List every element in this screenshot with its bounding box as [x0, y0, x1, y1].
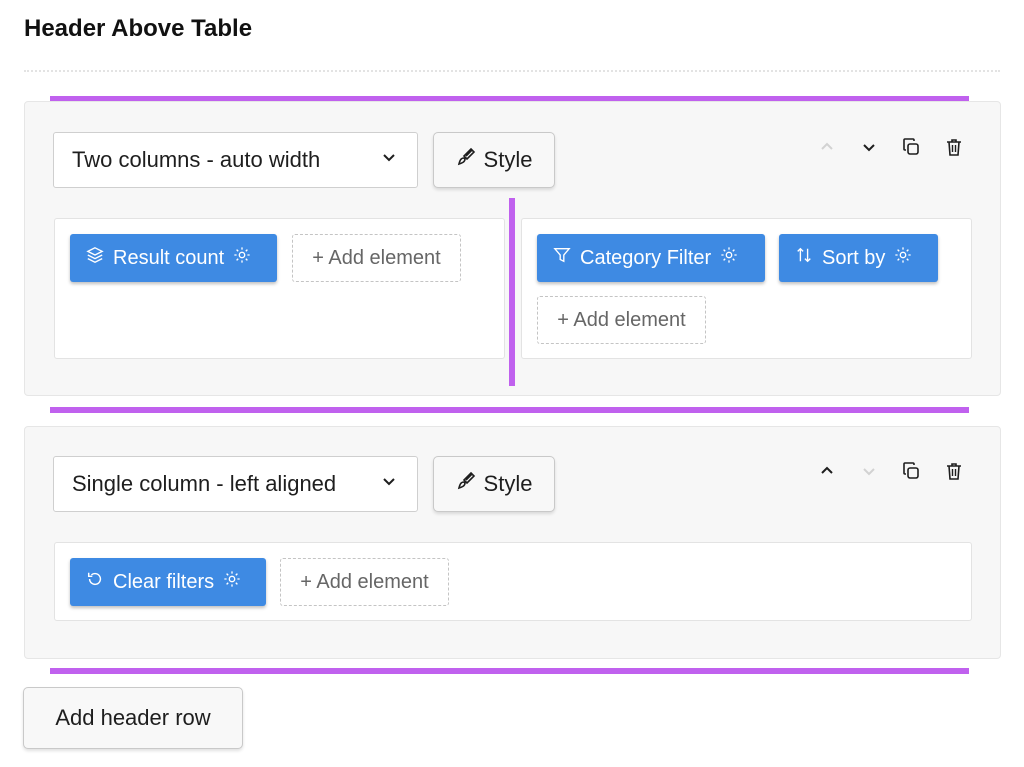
page-title: Header Above Table: [24, 15, 253, 42]
row-layout-select-value: Two columns - auto width: [72, 147, 321, 172]
trash-icon[interactable]: [942, 135, 966, 159]
element-label: Sort by: [822, 246, 886, 269]
section-divider: [24, 70, 1000, 72]
add-element-button[interactable]: + Add element: [280, 558, 449, 606]
element-sort-by[interactable]: Sort by: [779, 234, 938, 282]
column-2: Category Filter Sort by + Add element: [521, 218, 972, 359]
undo-icon: [86, 570, 104, 594]
drop-indicator-bottom: [50, 668, 969, 674]
layers-icon: [86, 246, 104, 270]
header-row-2: Single column - left aligned Style Clear…: [24, 426, 1001, 659]
gear-icon[interactable]: [223, 570, 241, 594]
style-button[interactable]: Style: [433, 132, 555, 188]
duplicate-icon[interactable]: [899, 459, 923, 483]
drop-indicator-middle: [50, 407, 969, 413]
brush-icon: [456, 147, 476, 173]
add-element-button[interactable]: + Add element: [292, 234, 461, 282]
sort-icon: [795, 246, 813, 270]
move-down-icon[interactable]: [857, 135, 881, 159]
gear-icon[interactable]: [894, 246, 912, 270]
element-clear-filters[interactable]: Clear filters: [70, 558, 266, 606]
element-label: Category Filter: [580, 246, 712, 269]
header-row-1: Two columns - auto width Style Result co…: [24, 101, 1001, 396]
gear-icon[interactable]: [233, 246, 251, 270]
move-up-icon[interactable]: [815, 135, 839, 159]
chevron-down-icon: [379, 471, 399, 497]
filter-icon: [553, 246, 571, 270]
gear-icon[interactable]: [720, 246, 738, 270]
chevron-down-icon: [379, 147, 399, 173]
trash-icon[interactable]: [942, 459, 966, 483]
row-layout-select[interactable]: Single column - left aligned: [53, 456, 418, 512]
element-label: Clear filters: [113, 570, 215, 593]
brush-icon: [456, 471, 476, 497]
row-layout-select[interactable]: Two columns - auto width: [53, 132, 418, 188]
element-label: Result count: [113, 246, 225, 269]
column-drop-indicator: [509, 198, 515, 386]
duplicate-icon[interactable]: [899, 135, 923, 159]
column-1: Result count + Add element: [54, 218, 505, 359]
element-result-count[interactable]: Result count: [70, 234, 277, 282]
move-up-icon[interactable]: [815, 459, 839, 483]
column-1: Clear filters + Add element: [54, 542, 972, 621]
move-down-icon[interactable]: [857, 459, 881, 483]
style-button[interactable]: Style: [433, 456, 555, 512]
add-element-button[interactable]: + Add element: [537, 296, 706, 344]
style-button-label: Style: [483, 471, 533, 496]
row-layout-select-value: Single column - left aligned: [72, 471, 337, 496]
add-header-row-button[interactable]: Add header row: [23, 687, 243, 749]
element-category-filter[interactable]: Category Filter: [537, 234, 765, 282]
style-button-label: Style: [483, 147, 533, 172]
